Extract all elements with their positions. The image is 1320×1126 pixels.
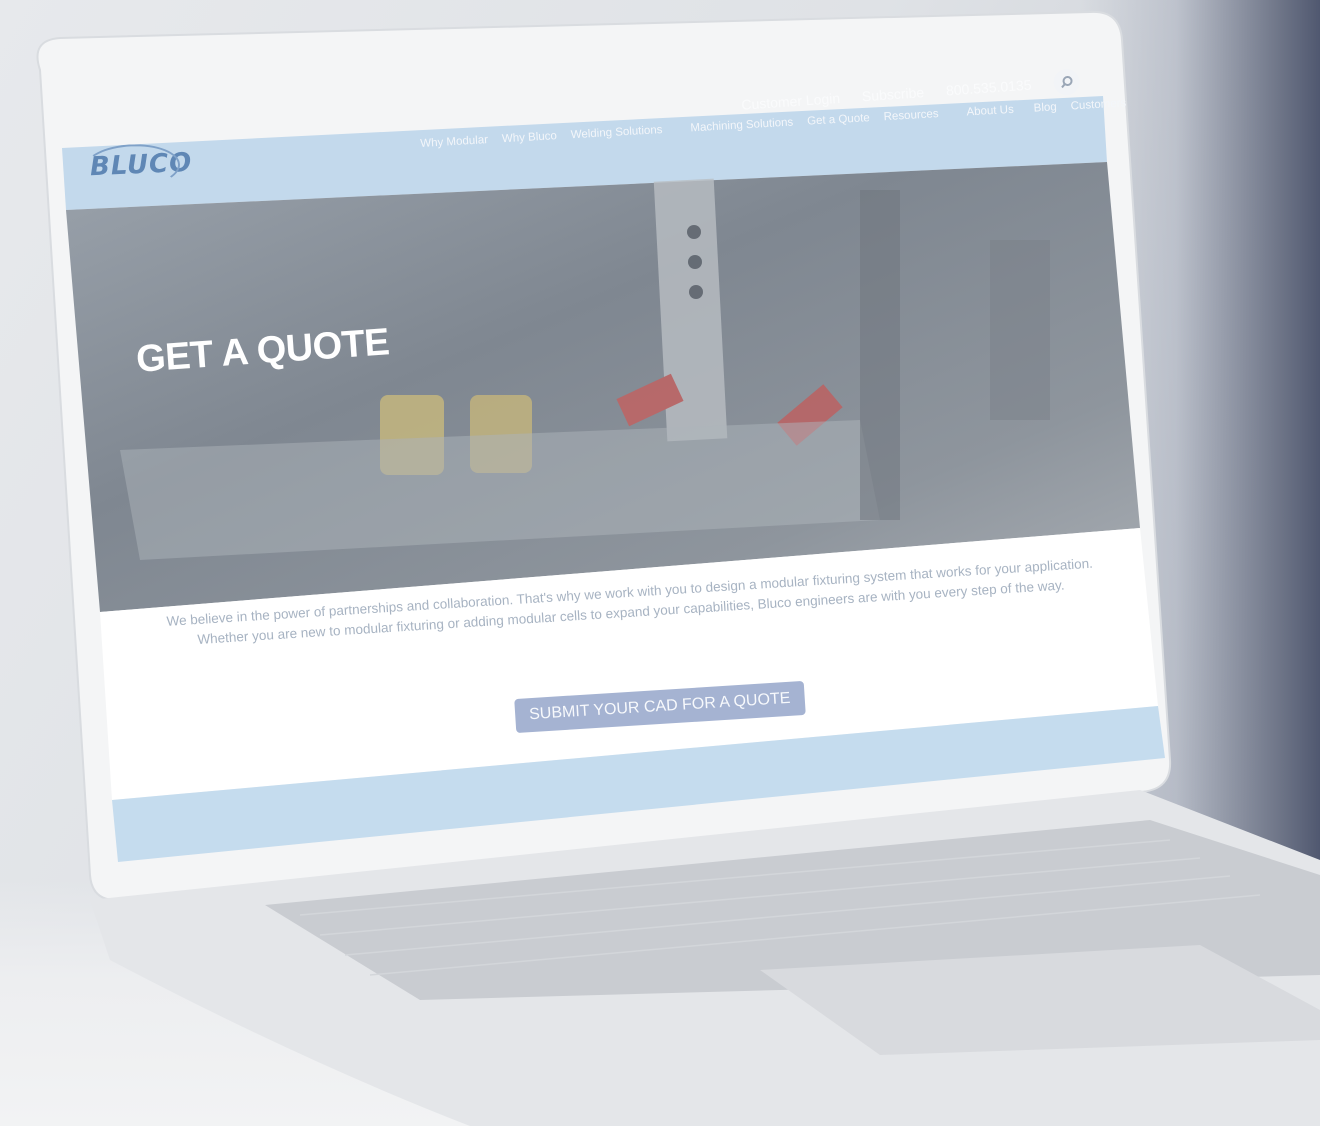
nav-resources[interactable]: Resources — [883, 108, 939, 123]
nav-get-a-quote[interactable]: Get a Quote — [807, 112, 870, 128]
submit-cad-button[interactable]: SUBMIT YOUR CAD FOR A QUOTE — [514, 680, 806, 734]
nav-why-bluco[interactable]: Why Bluco — [502, 130, 558, 145]
logo-swoosh — [83, 142, 181, 191]
bluco-logo[interactable]: BLUCO — [83, 142, 193, 191]
phone-number[interactable]: 800.535.0135 — [946, 77, 1033, 99]
nav-blog[interactable]: Blog — [1033, 101, 1057, 114]
nav-about-us[interactable]: About Us — [966, 104, 1014, 119]
subscribe-link[interactable]: Subscribe — [862, 84, 925, 104]
nav-why-modular[interactable]: Why Modular — [420, 134, 488, 150]
search-button[interactable] — [1052, 68, 1081, 96]
search-icon — [1061, 76, 1073, 89]
nav-machining-solutions[interactable]: Machining Solutions — [690, 117, 793, 135]
webpage: Customer Login Subscribe 800.535.0135 BL… — [60, 68, 1127, 862]
nav-welding-solutions[interactable]: Welding Solutions — [570, 124, 662, 141]
intro-text: We believe in the power of partnerships … — [165, 554, 1096, 652]
hero-title: GET A QUOTE — [134, 321, 391, 381]
nav-customers[interactable]: Customers — [1070, 97, 1126, 112]
customer-login-link[interactable]: Customer Login — [741, 90, 841, 113]
